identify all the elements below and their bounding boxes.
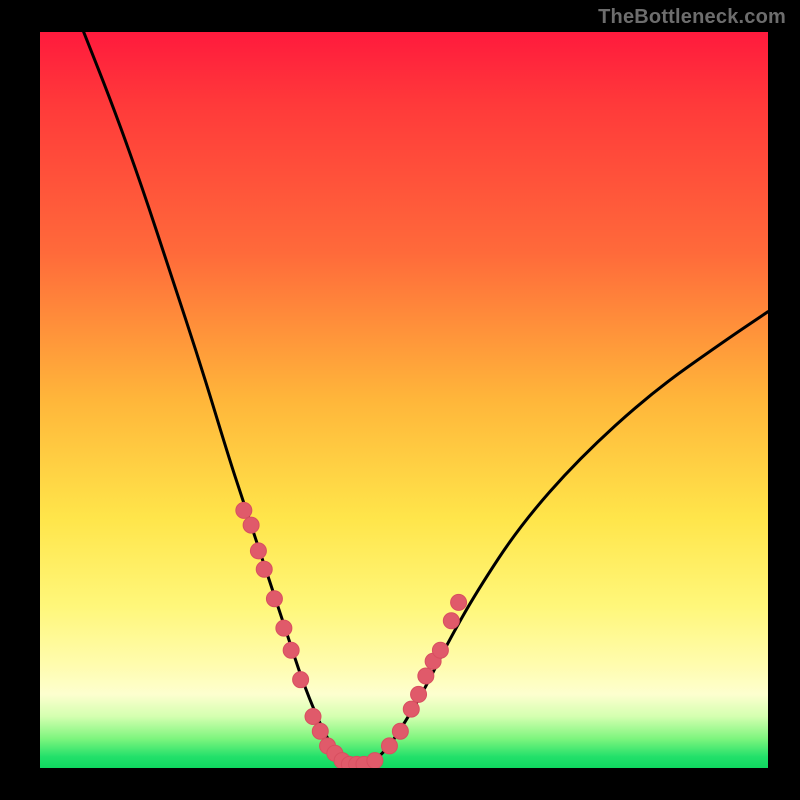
scatter-dot	[451, 594, 467, 610]
scatter-dot	[305, 708, 321, 724]
scatter-dot	[367, 753, 383, 768]
scatter-dot	[236, 502, 252, 518]
scatter-dot	[418, 668, 434, 684]
scatter-dot	[283, 642, 299, 658]
plot-area	[40, 32, 768, 768]
chart-frame: TheBottleneck.com	[0, 0, 800, 800]
scatter-dot	[243, 517, 259, 533]
left-curve	[84, 32, 361, 768]
scatter-dot	[443, 613, 459, 629]
curve-layer	[40, 32, 768, 768]
scatter-dot	[432, 642, 448, 658]
scatter-dot	[312, 723, 328, 739]
scatter-dot	[411, 686, 427, 702]
scatter-dot	[293, 672, 309, 688]
watermark-text: TheBottleneck.com	[598, 6, 786, 29]
scatter-dot	[266, 591, 282, 607]
scatter-dot	[392, 723, 408, 739]
scatter-dot	[256, 561, 272, 577]
scatter-dot	[381, 738, 397, 754]
scatter-dot	[403, 701, 419, 717]
scatter-dots	[236, 502, 467, 768]
scatter-dot	[276, 620, 292, 636]
scatter-dot	[250, 543, 266, 559]
